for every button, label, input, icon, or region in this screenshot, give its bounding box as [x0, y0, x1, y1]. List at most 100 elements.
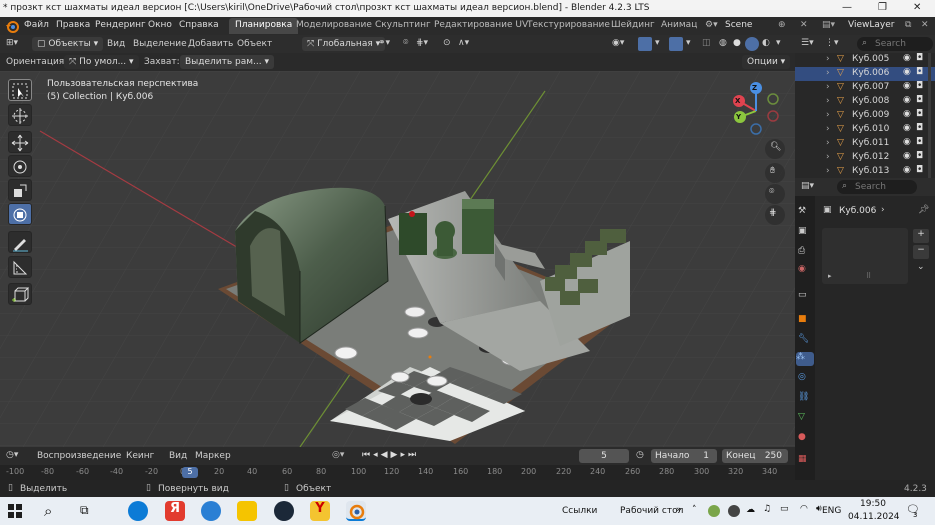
- measure-tool[interactable]: [8, 256, 32, 278]
- current-frame-field[interactable]: 5: [579, 449, 629, 463]
- outliner-search[interactable]: ⌕ Search: [857, 37, 933, 51]
- expand-arrow-icon[interactable]: ›: [826, 96, 830, 106]
- move-tool[interactable]: [8, 131, 32, 153]
- viewlayer-name[interactable]: ViewLayer: [848, 20, 894, 30]
- snap-dropdown[interactable]: Выделить рам... ▾: [180, 55, 275, 69]
- end-frame-field[interactable]: Конец 250: [722, 449, 788, 463]
- visibility-eye-icon[interactable]: ◉: [903, 151, 911, 161]
- media-app-icon[interactable]: [237, 501, 257, 521]
- tab-texture-paint[interactable]: Текстурирование: [521, 18, 616, 34]
- options-dropdown[interactable]: Опции ▾: [742, 55, 791, 69]
- outliner-scrollbar[interactable]: [928, 53, 931, 178]
- close-icon[interactable]: ✕: [913, 2, 921, 13]
- overlay-toggle-icon[interactable]: [669, 37, 683, 51]
- visibility-icon[interactable]: ◉▾: [612, 38, 624, 48]
- tab-sculpting[interactable]: Скульптинг: [369, 18, 437, 34]
- material-tab-icon[interactable]: ●: [798, 432, 812, 446]
- particles-tab-icon[interactable]: ⁂: [796, 352, 814, 366]
- language-indicator[interactable]: ENG: [822, 506, 841, 516]
- visibility-eye-icon[interactable]: ◉: [903, 123, 911, 133]
- tray-chevron-icon[interactable]: ˄: [692, 505, 697, 515]
- data-tab-icon[interactable]: ▽: [798, 412, 812, 426]
- collection-tab-icon[interactable]: ▭: [798, 290, 812, 304]
- minimize-icon[interactable]: —: [842, 2, 852, 13]
- cursor-tool[interactable]: [8, 104, 32, 126]
- menu-playback[interactable]: Воспроизведение: [37, 451, 121, 461]
- menu-add[interactable]: Добавить: [188, 39, 233, 49]
- expand-arrow-icon[interactable]: ›: [826, 110, 830, 120]
- clock-time[interactable]: 19:50: [860, 499, 886, 509]
- add-cube-tool[interactable]: [8, 283, 32, 305]
- zoom-view-button[interactable]: 🔍︎: [765, 139, 785, 159]
- tab-uv-editing[interactable]: Редактирование UV: [428, 18, 534, 34]
- tray-battery-icon[interactable]: ▭: [780, 504, 789, 514]
- rendered-shading-icon[interactable]: ◐: [762, 38, 770, 48]
- falloff-icon[interactable]: ∧▾: [458, 38, 469, 48]
- playback-controls[interactable]: ⏮◂◀▶▸⏭: [362, 450, 419, 460]
- menu-help[interactable]: Справка: [179, 20, 219, 30]
- object-tab-icon[interactable]: ■: [798, 314, 812, 328]
- select-box-tool[interactable]: [8, 79, 32, 101]
- clock-icon[interactable]: ◷: [636, 450, 644, 460]
- render-camera-icon[interactable]: ◘: [916, 67, 923, 77]
- links-toolbar[interactable]: Ссылки: [562, 506, 597, 516]
- edge-icon[interactable]: [128, 501, 148, 521]
- outliner-item[interactable]: › ▽ Куб.006 ◉ ◘: [795, 67, 935, 81]
- menu-select[interactable]: Выделение: [133, 39, 187, 49]
- outliner-item[interactable]: › ▽ Куб.010 ◉ ◘: [795, 123, 935, 137]
- outliner-item[interactable]: › ▽ Куб.005 ◉ ◘: [795, 53, 935, 67]
- record-icon[interactable]: ◎▾: [332, 450, 344, 460]
- scale-tool[interactable]: [8, 179, 32, 201]
- tab-layout[interactable]: Планировка: [229, 18, 299, 34]
- render-camera-icon[interactable]: ◘: [916, 151, 923, 161]
- expand-arrow-icon[interactable]: ›: [826, 124, 830, 134]
- render-camera-icon[interactable]: ◘: [916, 137, 923, 147]
- tab-animation[interactable]: Анимац: [655, 18, 703, 34]
- outliner-item[interactable]: › ▽ Куб.009 ◉ ◘: [795, 109, 935, 123]
- constraints-tab-icon[interactable]: ⛓: [798, 392, 812, 406]
- menu-keying[interactable]: Кеинг: [126, 451, 154, 461]
- material-slots-list[interactable]: ▸ ⠿: [822, 228, 908, 284]
- app-icon[interactable]: [201, 501, 221, 521]
- yandex-browser-icon[interactable]: Я: [165, 501, 185, 521]
- viewlayer-icon[interactable]: ▤▾: [822, 20, 835, 30]
- expand-arrow-icon[interactable]: ›: [826, 68, 830, 78]
- proportional-edit-icon[interactable]: ⊙: [443, 38, 451, 48]
- remove-slot-button[interactable]: −: [913, 245, 929, 259]
- add-viewlayer-icon[interactable]: ⧉: [905, 20, 911, 30]
- snap-icon[interactable]: ⌾: [403, 38, 408, 48]
- add-slot-button[interactable]: +: [913, 229, 929, 243]
- menu-object[interactable]: Объект: [237, 39, 272, 49]
- expand-arrow-icon[interactable]: ›: [826, 166, 830, 176]
- visibility-eye-icon[interactable]: ◉: [903, 67, 911, 77]
- mode-dropdown[interactable]: ▢ Объекты ▾: [32, 37, 104, 51]
- render-camera-icon[interactable]: ◘: [916, 81, 923, 91]
- expand-arrow-icon[interactable]: ›: [826, 152, 830, 162]
- physics-tab-icon[interactable]: ◎: [798, 372, 812, 386]
- resize-handle-icon[interactable]: ⠿: [866, 272, 871, 280]
- shading-dropdown-icon[interactable]: ▾: [776, 38, 781, 48]
- modifier-tab-icon[interactable]: 🔧︎: [798, 334, 812, 348]
- desktop-toolbar[interactable]: Рабочий стол: [620, 506, 683, 516]
- slot-menu-icon[interactable]: ⌄: [917, 262, 925, 272]
- yandex-icon[interactable]: Y: [310, 501, 330, 521]
- 3d-viewport[interactable]: X Y Z Пользовательская перспектива (5) C…: [0, 71, 795, 447]
- transform-tool[interactable]: [8, 203, 32, 225]
- remove-viewlayer-icon[interactable]: ✕: [921, 20, 929, 30]
- blender-taskbar-icon[interactable]: [346, 501, 366, 521]
- material-shading-icon[interactable]: [745, 37, 759, 51]
- tool-tab-icon[interactable]: ⚒: [798, 206, 812, 220]
- gizmo-toggle-icon[interactable]: [638, 37, 652, 51]
- expand-arrow-icon[interactable]: ›: [826, 54, 830, 64]
- render-camera-icon[interactable]: ◘: [916, 95, 923, 105]
- tray-app2-icon[interactable]: [728, 505, 740, 517]
- render-camera-icon[interactable]: ◘: [916, 123, 923, 133]
- solid-shading-icon[interactable]: ●: [733, 38, 741, 48]
- menu-file[interactable]: Файл: [24, 20, 49, 30]
- outliner-editor-icon[interactable]: ☰▾: [801, 38, 814, 48]
- expand-icon[interactable]: ▸: [828, 272, 832, 280]
- wireframe-shading-icon[interactable]: ◍: [719, 38, 727, 48]
- tab-modeling[interactable]: Моделирование: [290, 18, 378, 34]
- menu-window[interactable]: Окно: [148, 20, 172, 30]
- outliner-item[interactable]: › ▽ Куб.012 ◉ ◘: [795, 151, 935, 165]
